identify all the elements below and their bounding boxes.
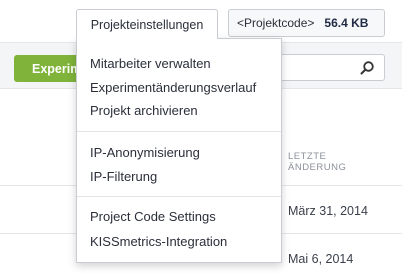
row-date: Mai 6, 2014 bbox=[288, 252, 354, 266]
project-settings-menu: Mitarbeiter verwalten Experimentänderung… bbox=[76, 38, 282, 263]
menu-item-kissmetrics-integration[interactable]: KISSmetrics-Integration bbox=[90, 234, 227, 249]
top-bar: Projekteinstellungen <Projektcode> 56.4 … bbox=[0, 0, 402, 42]
search-input[interactable] bbox=[275, 54, 385, 81]
column-header-line2: ÄNDERUNG bbox=[288, 162, 347, 173]
project-code-label: <Projektcode> bbox=[237, 16, 315, 30]
search-icon[interactable] bbox=[359, 60, 375, 76]
column-header-line1: LETZTE bbox=[288, 151, 327, 162]
menu-item-manage-collaborators[interactable]: Mitarbeiter verwalten bbox=[90, 56, 211, 71]
project-code-size: 56.4 KB bbox=[324, 16, 369, 30]
row-date: März 31, 2014 bbox=[288, 204, 368, 218]
project-code-button[interactable]: <Projektcode> 56.4 KB bbox=[228, 9, 385, 37]
project-settings-button[interactable]: Projekteinstellungen bbox=[76, 9, 218, 39]
menu-item-ip-anonymization[interactable]: IP-Anonymisierung bbox=[90, 145, 200, 160]
menu-separator bbox=[77, 196, 281, 197]
column-header-last-modified[interactable]: LETZTE ÄNDERUNG bbox=[288, 151, 346, 173]
menu-item-project-code-settings[interactable]: Project Code Settings bbox=[90, 209, 216, 224]
menu-separator bbox=[77, 131, 281, 132]
menu-item-change-history[interactable]: Experimentänderungsverlauf bbox=[90, 80, 256, 95]
menu-item-archive-project[interactable]: Projekt archivieren bbox=[90, 103, 198, 118]
menu-item-ip-filtering[interactable]: IP-Filterung bbox=[90, 169, 157, 184]
